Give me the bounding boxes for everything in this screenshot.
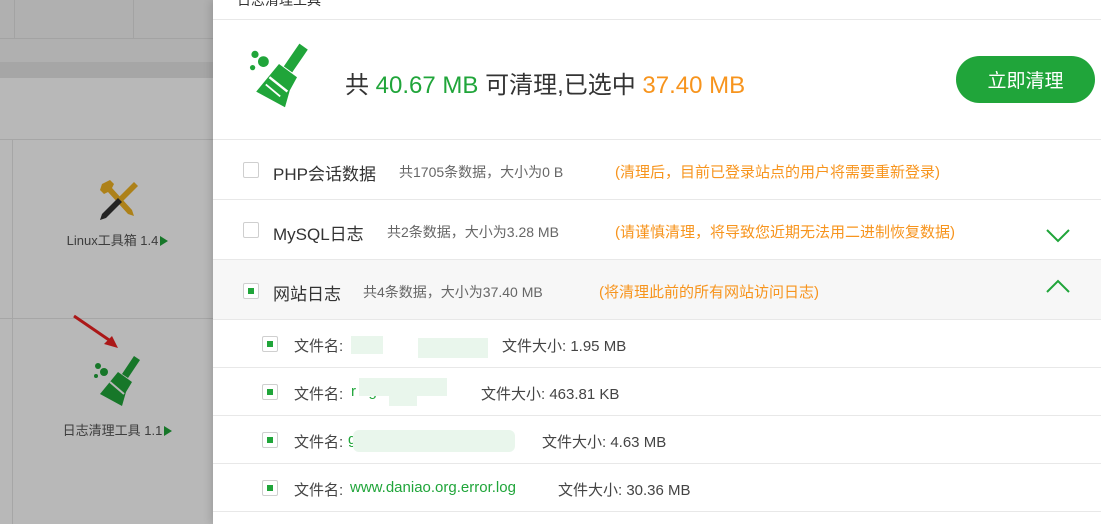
log-file-row[interactable]: 文件名: r og 文件大小: 463.81 KB (213, 368, 1101, 416)
checkbox-checked[interactable] (243, 283, 259, 299)
redaction (418, 338, 488, 358)
log-cleaner-drawer: 日志清理工具 共 40.67 MB 可清理,已选中 37.40 MB 立即清理 … (213, 0, 1101, 524)
cleanup-summary: 共 40.67 MB 可清理,已选中 37.40 MB 立即清理 (213, 20, 1101, 140)
checkbox-checked[interactable] (262, 432, 278, 448)
modal-overlay[interactable] (0, 0, 213, 524)
chevron-up-icon[interactable] (1045, 278, 1071, 294)
total-size: 40.67 MB (375, 72, 479, 99)
checkbox-checked[interactable] (262, 480, 278, 496)
category-warning: (清理后，目前已登录站点的用户将需要重新登录) (615, 164, 940, 181)
selected-size: 37.40 MB (642, 72, 746, 99)
file-size: 文件大小: 1.95 MB (502, 338, 627, 355)
file-size: 文件大小: 4.63 MB (542, 434, 667, 451)
file-name-label: 文件名: (294, 338, 344, 355)
broom-icon (249, 43, 308, 108)
category-info: 共1705条数据，大小为0 B (399, 164, 564, 180)
clean-now-button[interactable]: 立即清理 (956, 56, 1095, 103)
file-name: www.daniao.org.error.log (350, 479, 516, 496)
category-warning: (请谨慎清理，将导致您近期无法用二进制恢复数据) (615, 224, 955, 241)
category-mysql-log[interactable]: MySQL日志 共2条数据，大小为3.28 MB (请谨慎清理，将导致您近期无法… (213, 200, 1101, 260)
category-website-log[interactable]: 网站日志 共4条数据，大小为37.40 MB (将清理此前的所有网站访问日志) (213, 260, 1101, 320)
log-file-row[interactable]: 文件名: www.daniao.org.error.log 文件大小: 30.3… (213, 464, 1101, 512)
summary-text: 共 40.67 MB 可清理,已选中 37.40 MB (345, 72, 746, 99)
category-info: 共2条数据，大小为3.28 MB (387, 224, 559, 240)
file-name-label: 文件名: (294, 482, 344, 499)
log-file-row[interactable]: 文件名: g 文件大小: 4.63 MB (213, 416, 1101, 464)
redaction (351, 336, 383, 354)
checkbox[interactable] (243, 162, 259, 178)
category-name: MySQL日志 (273, 225, 364, 244)
category-name: PHP会话数据 (273, 165, 376, 184)
category-info: 共4条数据，大小为37.40 MB (363, 284, 543, 300)
checkbox[interactable] (243, 222, 259, 238)
category-php-session[interactable]: PHP会话数据 共1705条数据，大小为0 B (清理后，目前已登录站点的用户将… (213, 140, 1101, 200)
file-size: 文件大小: 463.81 KB (481, 386, 620, 403)
redaction (389, 392, 417, 406)
file-name-label: 文件名: (294, 434, 344, 451)
checkbox-checked[interactable] (262, 336, 278, 352)
file-size: 文件大小: 30.36 MB (558, 482, 691, 499)
file-name-label: 文件名: (294, 386, 344, 403)
checkbox-checked[interactable] (262, 384, 278, 400)
log-file-row[interactable]: 文件名: 文件大小: 1.95 MB (213, 320, 1101, 368)
category-warning: (将清理此前的所有网站访问日志) (599, 284, 819, 301)
chevron-down-icon[interactable] (1045, 228, 1071, 244)
drawer-title: 日志清理工具 (237, 0, 321, 8)
redaction (353, 430, 515, 452)
category-name: 网站日志 (273, 285, 341, 304)
